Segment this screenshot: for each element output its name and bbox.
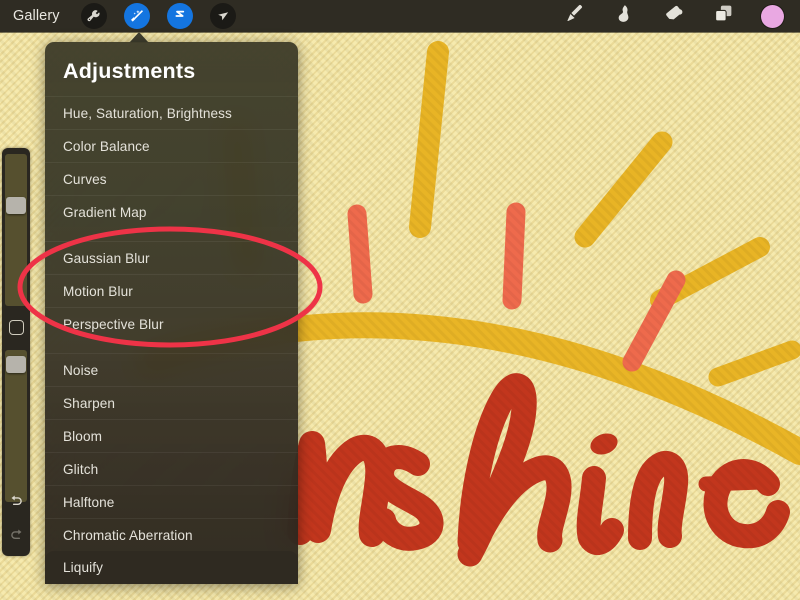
gallery-button[interactable]: Gallery — [0, 8, 68, 24]
menu-item-color-balance[interactable]: Color Balance — [45, 129, 298, 162]
menu-item-glitch[interactable]: Glitch — [45, 452, 298, 485]
smudge-icon — [613, 3, 634, 29]
menu-item-liquify[interactable]: Liquify — [45, 551, 298, 584]
eraser-icon — [663, 3, 684, 29]
transform-button[interactable] — [209, 3, 236, 29]
menu-group-divider-2 — [45, 340, 298, 353]
menu-item-sharpen[interactable]: Sharpen — [45, 386, 298, 419]
brush-opacity-handle[interactable] — [6, 356, 26, 373]
layers-button[interactable] — [711, 4, 735, 28]
magic-wand-icon — [129, 8, 145, 24]
menu-item-motion-blur[interactable]: Motion Blur — [45, 274, 298, 307]
smudge-button[interactable] — [611, 4, 635, 28]
menu-item-chromatic-aberration[interactable]: Chromatic Aberration — [45, 518, 298, 551]
color-swatch-button[interactable] — [761, 4, 784, 28]
menu-item-halftone[interactable]: Halftone — [45, 485, 298, 518]
panel-title: Adjustments — [63, 59, 196, 83]
menu-item-gaussian-blur[interactable]: Gaussian Blur — [45, 241, 298, 274]
wrench-icon — [86, 9, 101, 24]
procreate-app-window: Gallery Adjustments Hue, Saturation, Bri… — [0, 0, 800, 600]
menu-item-curves[interactable]: Curves — [45, 162, 298, 195]
menu-item-noise[interactable]: Noise — [45, 353, 298, 386]
right-tool-group — [561, 4, 800, 28]
brush-opacity-slider[interactable] — [5, 350, 27, 502]
redo-button[interactable] — [6, 528, 26, 548]
redo-arrow-icon — [8, 527, 25, 549]
undo-button[interactable] — [6, 494, 26, 514]
adjustments-panel: Adjustments Hue, Saturation, Brightness … — [45, 42, 298, 584]
brush-size-slider[interactable] — [5, 154, 27, 306]
paintbrush-icon — [563, 3, 584, 29]
brush-size-handle[interactable] — [6, 197, 26, 214]
menu-group-divider-1 — [45, 228, 298, 241]
menu-item-gradient-map[interactable]: Gradient Map — [45, 195, 298, 228]
adjustments-button[interactable] — [123, 3, 150, 29]
top-toolbar: Gallery — [0, 0, 800, 32]
panel-bottom-section: Liquify — [45, 551, 298, 584]
modify-button[interactable] — [9, 320, 24, 335]
left-tool-group — [80, 3, 236, 29]
selection-button[interactable] — [166, 3, 193, 29]
adjustments-menu: Hue, Saturation, Brightness Color Balanc… — [45, 96, 298, 551]
undo-arrow-icon — [8, 493, 25, 515]
actions-button[interactable] — [80, 3, 107, 29]
left-sidebar — [2, 148, 30, 556]
layers-icon — [713, 3, 734, 29]
paint-button[interactable] — [561, 4, 585, 28]
menu-item-hue-saturation-brightness[interactable]: Hue, Saturation, Brightness — [45, 96, 298, 129]
menu-item-perspective-blur[interactable]: Perspective Blur — [45, 307, 298, 340]
eraser-button[interactable] — [661, 4, 685, 28]
selection-s-icon — [172, 8, 188, 24]
transform-arrow-icon — [215, 9, 230, 24]
menu-item-bloom[interactable]: Bloom — [45, 419, 298, 452]
